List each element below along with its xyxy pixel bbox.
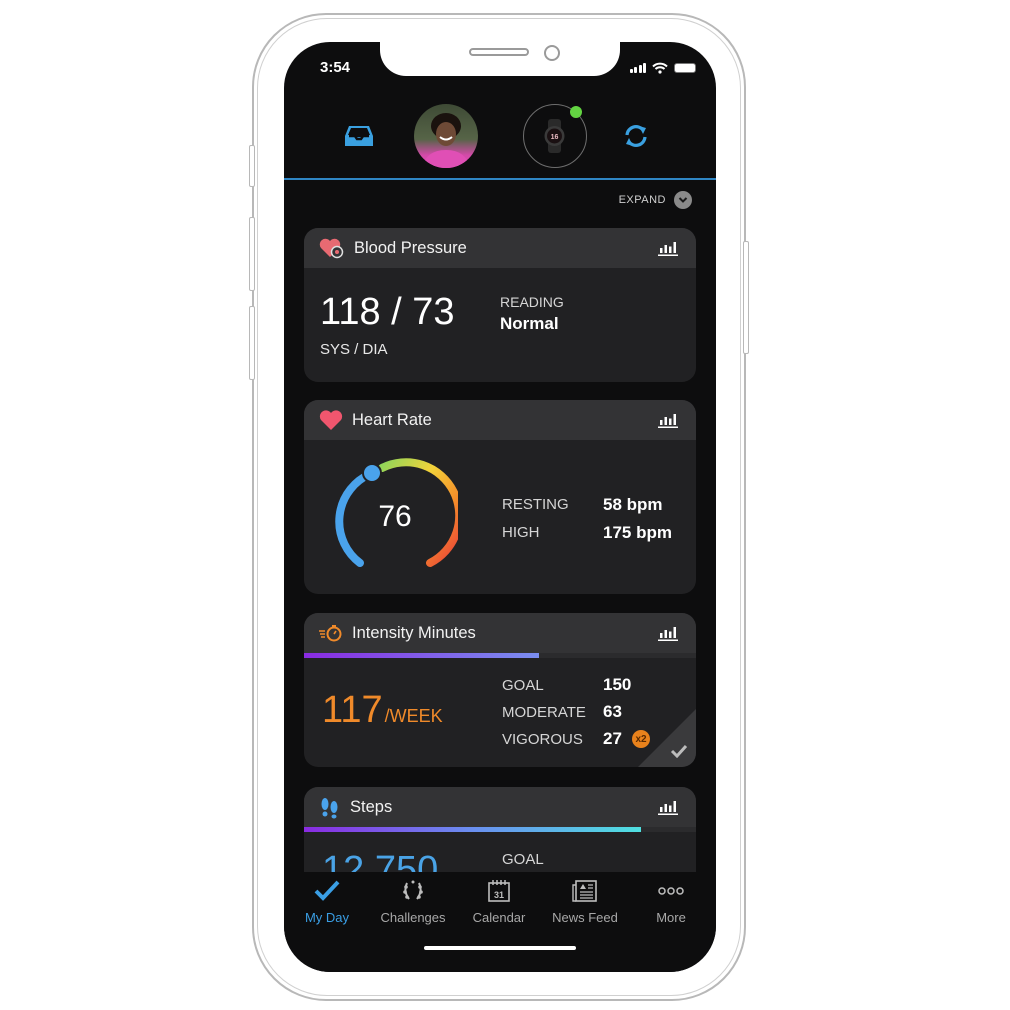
- sync-icon: [625, 125, 647, 147]
- header-bar: 16: [284, 104, 716, 178]
- tab-calendar[interactable]: 31 Calendar: [456, 878, 542, 925]
- user-avatar[interactable]: [414, 104, 478, 168]
- bp-value: 118 / 73: [320, 291, 455, 333]
- resting-value: 58 bpm: [603, 495, 663, 514]
- goal-label: GOAL: [502, 677, 544, 694]
- bar-chart-icon[interactable]: [658, 240, 678, 256]
- moderate-value: 63: [603, 702, 622, 721]
- svg-text:31: 31: [494, 890, 504, 900]
- cellular-signal-icon: [629, 63, 646, 73]
- intensity-number: 117: [322, 689, 383, 731]
- intensity-progress-track: [304, 653, 696, 658]
- bar-chart-icon[interactable]: [658, 412, 678, 428]
- expand-label: EXPAND: [618, 194, 666, 206]
- gauge-marker: [362, 463, 382, 483]
- tab-more[interactable]: More: [628, 878, 714, 925]
- chevron-down-icon: [674, 191, 692, 209]
- card-header: Intensity Minutes: [304, 613, 696, 653]
- reading-value: Normal: [500, 314, 559, 333]
- high-label: HIGH: [502, 524, 540, 541]
- heart-icon: [319, 410, 343, 430]
- current-heart-rate: 76: [378, 500, 412, 533]
- heart-rate-card[interactable]: Heart Rate 76 RESTING 58 bpm HIGH 175 bp…: [304, 400, 696, 594]
- bar-chart-icon[interactable]: [658, 625, 678, 641]
- phone-screen: 3:54 16 EXPAND Blood Pressure 118 / 73 S…: [284, 42, 716, 972]
- steps-progress-fill: [304, 827, 642, 832]
- checkmark-icon: [670, 744, 688, 758]
- steps-goal-label: GOAL: [502, 851, 544, 868]
- battery-icon: [674, 63, 696, 73]
- resting-label: RESTING: [502, 496, 569, 513]
- card-title: Intensity Minutes: [352, 623, 476, 642]
- header-divider: [284, 178, 716, 180]
- intensity-value: 117/WEEK: [322, 689, 443, 732]
- wifi-icon: [652, 62, 668, 74]
- inbox-button[interactable]: [344, 124, 374, 153]
- intensity-minutes-card[interactable]: Intensity Minutes 117/WEEK GOAL 150 MODE…: [304, 613, 696, 767]
- sync-button[interactable]: [622, 122, 650, 155]
- card-header: Blood Pressure: [304, 228, 696, 268]
- steps-progress-track: [304, 827, 696, 832]
- notch: [380, 42, 620, 76]
- moderate-label: MODERATE: [502, 704, 586, 721]
- tab-label: Calendar: [472, 910, 526, 925]
- laurel-icon: [403, 880, 423, 900]
- stopwatch-icon: [319, 625, 342, 642]
- bp-unit-label: SYS / DIA: [320, 341, 388, 358]
- reading-label: READING: [500, 294, 564, 310]
- heart-pulse-icon: [319, 238, 344, 259]
- home-indicator[interactable]: [424, 946, 576, 950]
- tab-label: Challenges: [380, 910, 446, 925]
- expand-button[interactable]: EXPAND: [619, 191, 692, 209]
- checkmark-icon: [314, 880, 340, 901]
- vigorous-label: VIGOROUS: [502, 731, 583, 748]
- tab-label: More: [656, 910, 686, 925]
- blood-pressure-card[interactable]: Blood Pressure 118 / 73 SYS / DIA READIN…: [304, 228, 696, 382]
- tab-bar: My Day Challenges 31 Calendar News Feed …: [284, 872, 716, 972]
- front-camera: [544, 45, 560, 61]
- more-dots-icon: [658, 887, 684, 895]
- power-button: [743, 241, 749, 354]
- card-title: Heart Rate: [352, 410, 432, 429]
- card-title: Blood Pressure: [354, 238, 467, 257]
- card-header: Heart Rate: [304, 400, 696, 440]
- calendar-icon: 31: [488, 880, 510, 902]
- svg-text:16: 16: [551, 134, 559, 141]
- bar-chart-icon[interactable]: [658, 799, 678, 815]
- connected-status-dot: [570, 106, 582, 118]
- card-title: Steps: [350, 797, 393, 816]
- tab-label: My Day: [304, 910, 350, 925]
- intensity-progress-fill: [304, 653, 540, 658]
- goal-value: 150: [603, 675, 632, 694]
- completed-corner: [638, 709, 696, 767]
- person-portrait-icon: [422, 113, 470, 168]
- volume-down-button: [249, 306, 255, 380]
- tab-challenges[interactable]: Challenges: [370, 878, 456, 925]
- high-value: 175 bpm: [603, 523, 672, 542]
- newspaper-icon: [572, 880, 597, 902]
- intensity-unit: /WEEK: [384, 706, 443, 726]
- inbox-tray-icon: [345, 126, 373, 146]
- mute-switch: [249, 145, 255, 187]
- footprints-icon: [321, 798, 338, 819]
- tab-news-feed[interactable]: News Feed: [542, 878, 628, 925]
- card-header: Steps: [304, 787, 696, 827]
- speaker: [469, 48, 529, 56]
- tab-my-day[interactable]: My Day: [284, 878, 370, 925]
- status-icons: [629, 62, 696, 74]
- volume-up-button: [249, 217, 255, 291]
- tab-label: News Feed: [552, 910, 618, 925]
- status-time: 3:54: [320, 59, 351, 76]
- vigorous-value: 27: [603, 729, 622, 748]
